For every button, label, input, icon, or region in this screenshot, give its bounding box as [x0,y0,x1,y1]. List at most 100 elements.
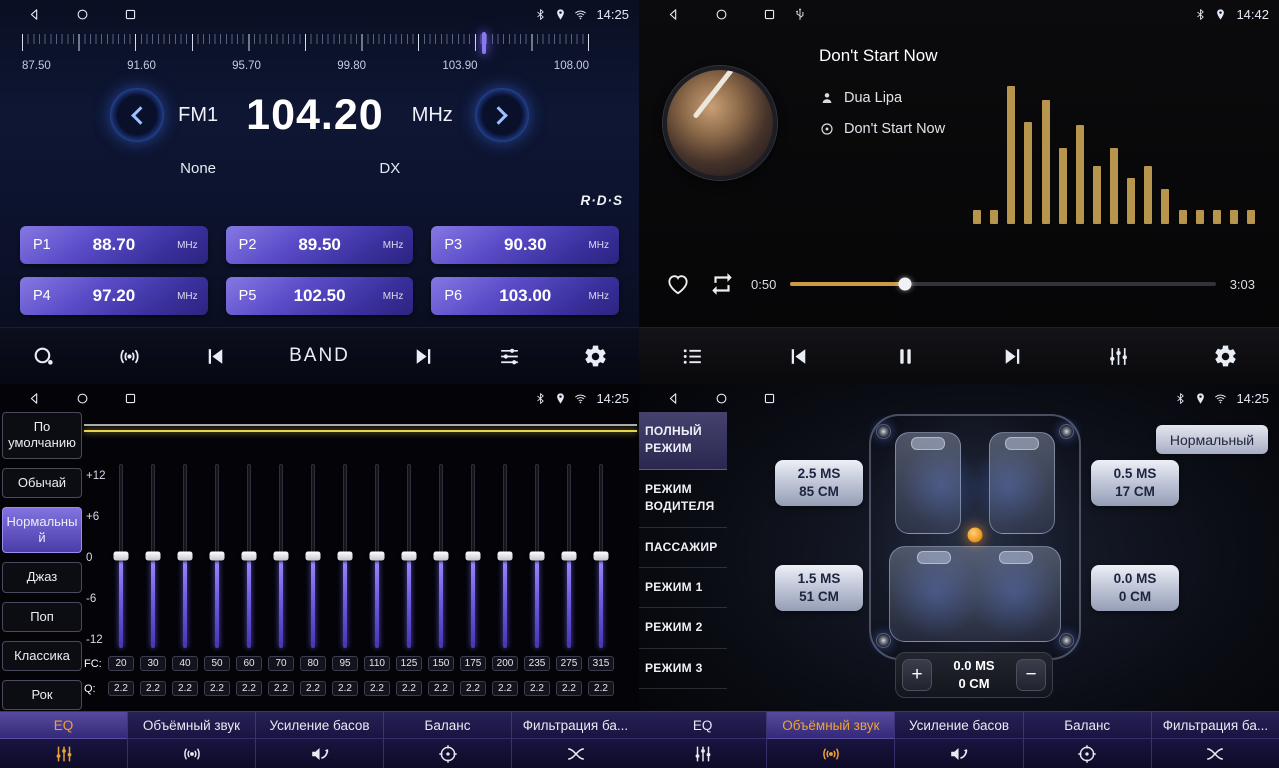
eq-preset-item[interactable]: По умолчанию [2,412,82,459]
tab-bass-boost[interactable]: Усиление басов [895,712,1023,768]
tab-balance[interactable]: Баланс [384,712,512,768]
tab-eq[interactable]: EQ [639,712,767,768]
eq-band-slider[interactable] [236,464,262,648]
slider-handle[interactable] [242,552,257,561]
slider-handle[interactable] [562,552,577,561]
preset-button-p5[interactable]: P5 102.50 MHz [226,277,414,315]
sound-preset-button[interactable]: Нормальный [1156,425,1268,454]
tab-eq[interactable]: EQ [0,712,128,768]
settings-button[interactable] [579,340,612,373]
eq-band-slider[interactable] [204,464,230,648]
eq-preset-item[interactable]: Поп [2,602,82,632]
eq-preset-item[interactable]: Джаз [2,562,82,592]
delay-rear-left-button[interactable]: 1.5 MS 51 CM [775,565,863,611]
home-button[interactable] [697,7,745,22]
eq-band-slider[interactable] [332,464,358,648]
delay-front-right-button[interactable]: 0.5 MS 17 CM [1091,460,1179,506]
back-button[interactable] [10,7,58,22]
eq-preset-item[interactable]: Обычай [2,468,82,498]
eq-band-slider[interactable] [396,464,422,648]
mode-item[interactable]: ПАССАЖИР [639,528,727,568]
eq-preset-item[interactable]: Рок [2,680,82,710]
eq-band-slider[interactable] [268,464,294,648]
previous-track-button[interactable] [782,340,815,373]
tab-bass-boost[interactable]: Усиление басов [256,712,384,768]
progress-knob[interactable] [899,278,912,291]
eq-band-slider[interactable] [428,464,454,648]
slider-handle[interactable] [146,552,161,561]
eq-band-slider[interactable] [556,464,582,648]
slider-handle[interactable] [274,552,289,561]
mode-item[interactable]: РЕЖИМ 1 [639,568,727,608]
eq-preset-item[interactable]: Классика [2,641,82,671]
back-button[interactable] [649,7,697,22]
slider-handle[interactable] [370,552,385,561]
tune-down-button[interactable] [110,88,164,142]
scan-button[interactable] [27,340,60,373]
preset-button-p6[interactable]: P6 103.00 MHz [431,277,619,315]
eq-band-slider[interactable] [588,464,614,648]
eq-band-slider[interactable] [172,464,198,648]
tab-surround-sound[interactable]: Объёмный звук [767,712,895,768]
slider-handle[interactable] [210,552,225,561]
preset-button-p3[interactable]: P3 90.30 MHz [431,226,619,264]
broadcast-button[interactable] [113,340,146,373]
eq-band-slider[interactable] [108,464,134,648]
slider-handle[interactable] [466,552,481,561]
repeat-button[interactable] [707,269,737,299]
preset-button-p2[interactable]: P2 89.50 MHz [226,226,414,264]
frequency-ruler[interactable] [22,34,589,56]
slider-handle[interactable] [530,552,545,561]
settings-button[interactable] [1209,340,1242,373]
eq-band-slider[interactable] [140,464,166,648]
tab-filter[interactable]: Фильтрация ба... [1152,712,1279,768]
progress-bar[interactable] [790,282,1215,286]
tune-up-button[interactable] [475,88,529,142]
home-button[interactable] [697,391,745,406]
equalizer-button[interactable] [1102,340,1135,373]
audio-settings-button[interactable] [493,340,526,373]
recents-button[interactable] [745,7,793,22]
delay-rear-right-button[interactable]: 0.0 MS 0 CM [1091,565,1179,611]
slider-handle[interactable] [306,552,321,561]
back-button[interactable] [10,391,58,406]
eq-band-slider[interactable] [364,464,390,648]
delay-increase-button[interactable]: + [902,659,932,691]
tab-surround-sound[interactable]: Объёмный звук [128,712,256,768]
recents-button[interactable] [106,7,154,22]
slider-handle[interactable] [402,552,417,561]
next-track-button[interactable] [996,340,1029,373]
slider-handle[interactable] [434,552,449,561]
home-button[interactable] [58,391,106,406]
recents-button[interactable] [745,391,793,406]
seek-down-button[interactable] [199,340,232,373]
pause-button[interactable] [889,340,922,373]
slider-handle[interactable] [594,552,609,561]
slider-handle[interactable] [178,552,193,561]
slider-handle[interactable] [114,552,129,561]
recents-button[interactable] [106,391,154,406]
eq-band-slider[interactable] [492,464,518,648]
mode-item[interactable]: ПОЛНЫЙ РЕЖИМ [639,412,727,470]
delay-decrease-button[interactable]: − [1016,659,1046,691]
tab-filter[interactable]: Фильтрация ба... [512,712,639,768]
favorite-button[interactable] [663,269,693,299]
tab-balance[interactable]: Баланс [1024,712,1152,768]
back-button[interactable] [649,391,697,406]
seek-up-button[interactable] [407,340,440,373]
preset-button-p1[interactable]: P1 88.70 MHz [20,226,208,264]
mode-item[interactable]: РЕЖИМ ВОДИТЕЛЯ [639,470,727,528]
delay-front-left-button[interactable]: 2.5 MS 85 CM [775,460,863,506]
eq-preset-item[interactable]: Нормальный [2,507,82,554]
band-button[interactable]: BAND [285,341,354,371]
slider-handle[interactable] [498,552,513,561]
playlist-button[interactable] [676,340,709,373]
preset-button-p4[interactable]: P4 97.20 MHz [20,277,208,315]
mode-item[interactable]: РЕЖИМ 2 [639,608,727,648]
home-button[interactable] [58,7,106,22]
mode-item[interactable]: РЕЖИМ 3 [639,649,727,689]
eq-band-slider[interactable] [300,464,326,648]
eq-band-slider[interactable] [524,464,550,648]
slider-handle[interactable] [338,552,353,561]
eq-band-slider[interactable] [460,464,486,648]
